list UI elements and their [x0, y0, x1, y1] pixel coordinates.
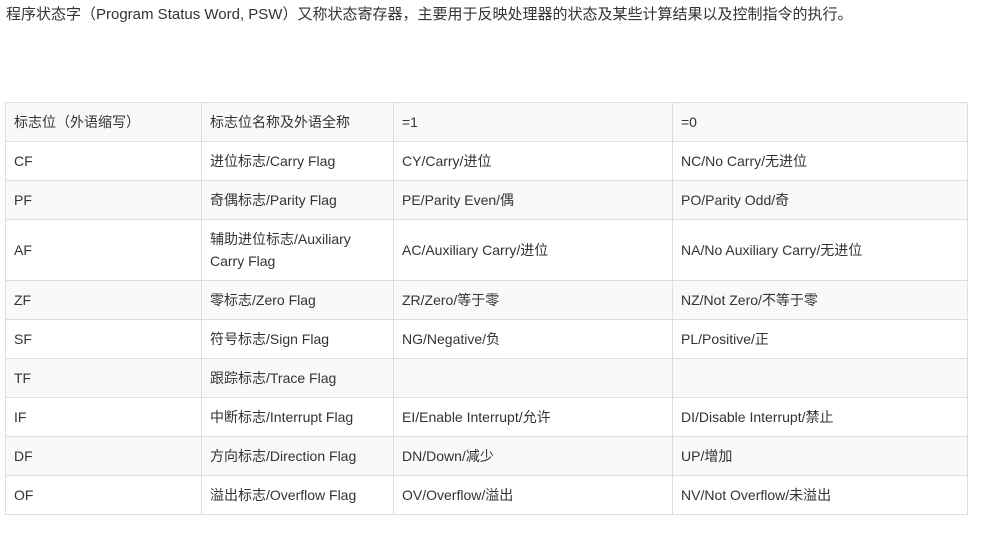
- table-row: DF 方向标志/Direction Flag DN/Down/减少 UP/增加: [5, 436, 968, 476]
- flag-abbreviation-cell: ZF: [5, 280, 202, 320]
- flag-name-cell: 符号标志/Sign Flag: [201, 319, 394, 359]
- flag-set-cell: NG/Negative/负: [393, 319, 673, 359]
- header-cell-set: =1: [393, 102, 673, 142]
- header-cell-clear: =0: [672, 102, 968, 142]
- flag-clear-cell: [672, 358, 968, 398]
- flag-abbreviation-cell: PF: [5, 180, 202, 220]
- flag-name-cell: 零标志/Zero Flag: [201, 280, 394, 320]
- table-row: IF 中断标志/Interrupt Flag EI/Enable Interru…: [5, 397, 968, 437]
- header-cell-name: 标志位名称及外语全称: [201, 102, 394, 142]
- table-row: ZF 零标志/Zero Flag ZR/Zero/等于零 NZ/Not Zero…: [5, 280, 968, 320]
- flag-clear-cell: NA/No Auxiliary Carry/无进位: [672, 219, 968, 281]
- flag-set-cell: DN/Down/减少: [393, 436, 673, 476]
- flags-table: 标志位（外语缩写） 标志位名称及外语全称 =1 =0 CF 进位标志/Carry…: [5, 102, 968, 515]
- table-row: TF 跟踪标志/Trace Flag: [5, 358, 968, 398]
- flag-set-cell: ZR/Zero/等于零: [393, 280, 673, 320]
- flag-name-cell: 辅助进位标志/Auxiliary Carry Flag: [201, 219, 394, 281]
- flag-set-cell: OV/Overflow/溢出: [393, 475, 673, 515]
- table-row: OF 溢出标志/Overflow Flag OV/Overflow/溢出 NV/…: [5, 475, 968, 515]
- flag-clear-cell: PO/Parity Odd/奇: [672, 180, 968, 220]
- flag-abbreviation-cell: IF: [5, 397, 202, 437]
- flag-set-cell: EI/Enable Interrupt/允许: [393, 397, 673, 437]
- flag-clear-cell: DI/Disable Interrupt/禁止: [672, 397, 968, 437]
- flag-abbreviation-cell: OF: [5, 475, 202, 515]
- flag-clear-cell: NV/Not Overflow/未溢出: [672, 475, 968, 515]
- flag-abbreviation-cell: TF: [5, 358, 202, 398]
- flag-name-cell: 方向标志/Direction Flag: [201, 436, 394, 476]
- flag-name-cell: 跟踪标志/Trace Flag: [201, 358, 394, 398]
- flag-abbreviation-cell: CF: [5, 141, 202, 181]
- flag-name-cell: 进位标志/Carry Flag: [201, 141, 394, 181]
- table-header-row: 标志位（外语缩写） 标志位名称及外语全称 =1 =0: [5, 102, 968, 142]
- flag-abbreviation-cell: SF: [5, 319, 202, 359]
- table-row: SF 符号标志/Sign Flag NG/Negative/负 PL/Posit…: [5, 319, 968, 359]
- flag-set-cell: [393, 358, 673, 398]
- table-row: PF 奇偶标志/Parity Flag PE/Parity Even/偶 PO/…: [5, 180, 968, 220]
- flag-set-cell: PE/Parity Even/偶: [393, 180, 673, 220]
- flag-set-cell: AC/Auxiliary Carry/进位: [393, 219, 673, 281]
- flag-name-cell: 中断标志/Interrupt Flag: [201, 397, 394, 437]
- flag-name-cell: 溢出标志/Overflow Flag: [201, 475, 394, 515]
- flag-name-cell: 奇偶标志/Parity Flag: [201, 180, 394, 220]
- flag-clear-cell: UP/增加: [672, 436, 968, 476]
- flag-abbreviation-cell: DF: [5, 436, 202, 476]
- flag-clear-cell: NC/No Carry/无进位: [672, 141, 968, 181]
- header-cell-abbreviation: 标志位（外语缩写）: [5, 102, 202, 142]
- flag-set-cell: CY/Carry/进位: [393, 141, 673, 181]
- flag-abbreviation-cell: AF: [5, 219, 202, 281]
- intro-paragraph: 程序状态字（Program Status Word, PSW）又称状态寄存器，主…: [6, 6, 853, 23]
- flag-clear-cell: PL/Positive/正: [672, 319, 968, 359]
- table-row: CF 进位标志/Carry Flag CY/Carry/进位 NC/No Car…: [5, 141, 968, 181]
- flag-clear-cell: NZ/Not Zero/不等于零: [672, 280, 968, 320]
- table-row: AF 辅助进位标志/Auxiliary Carry Flag AC/Auxili…: [5, 219, 968, 281]
